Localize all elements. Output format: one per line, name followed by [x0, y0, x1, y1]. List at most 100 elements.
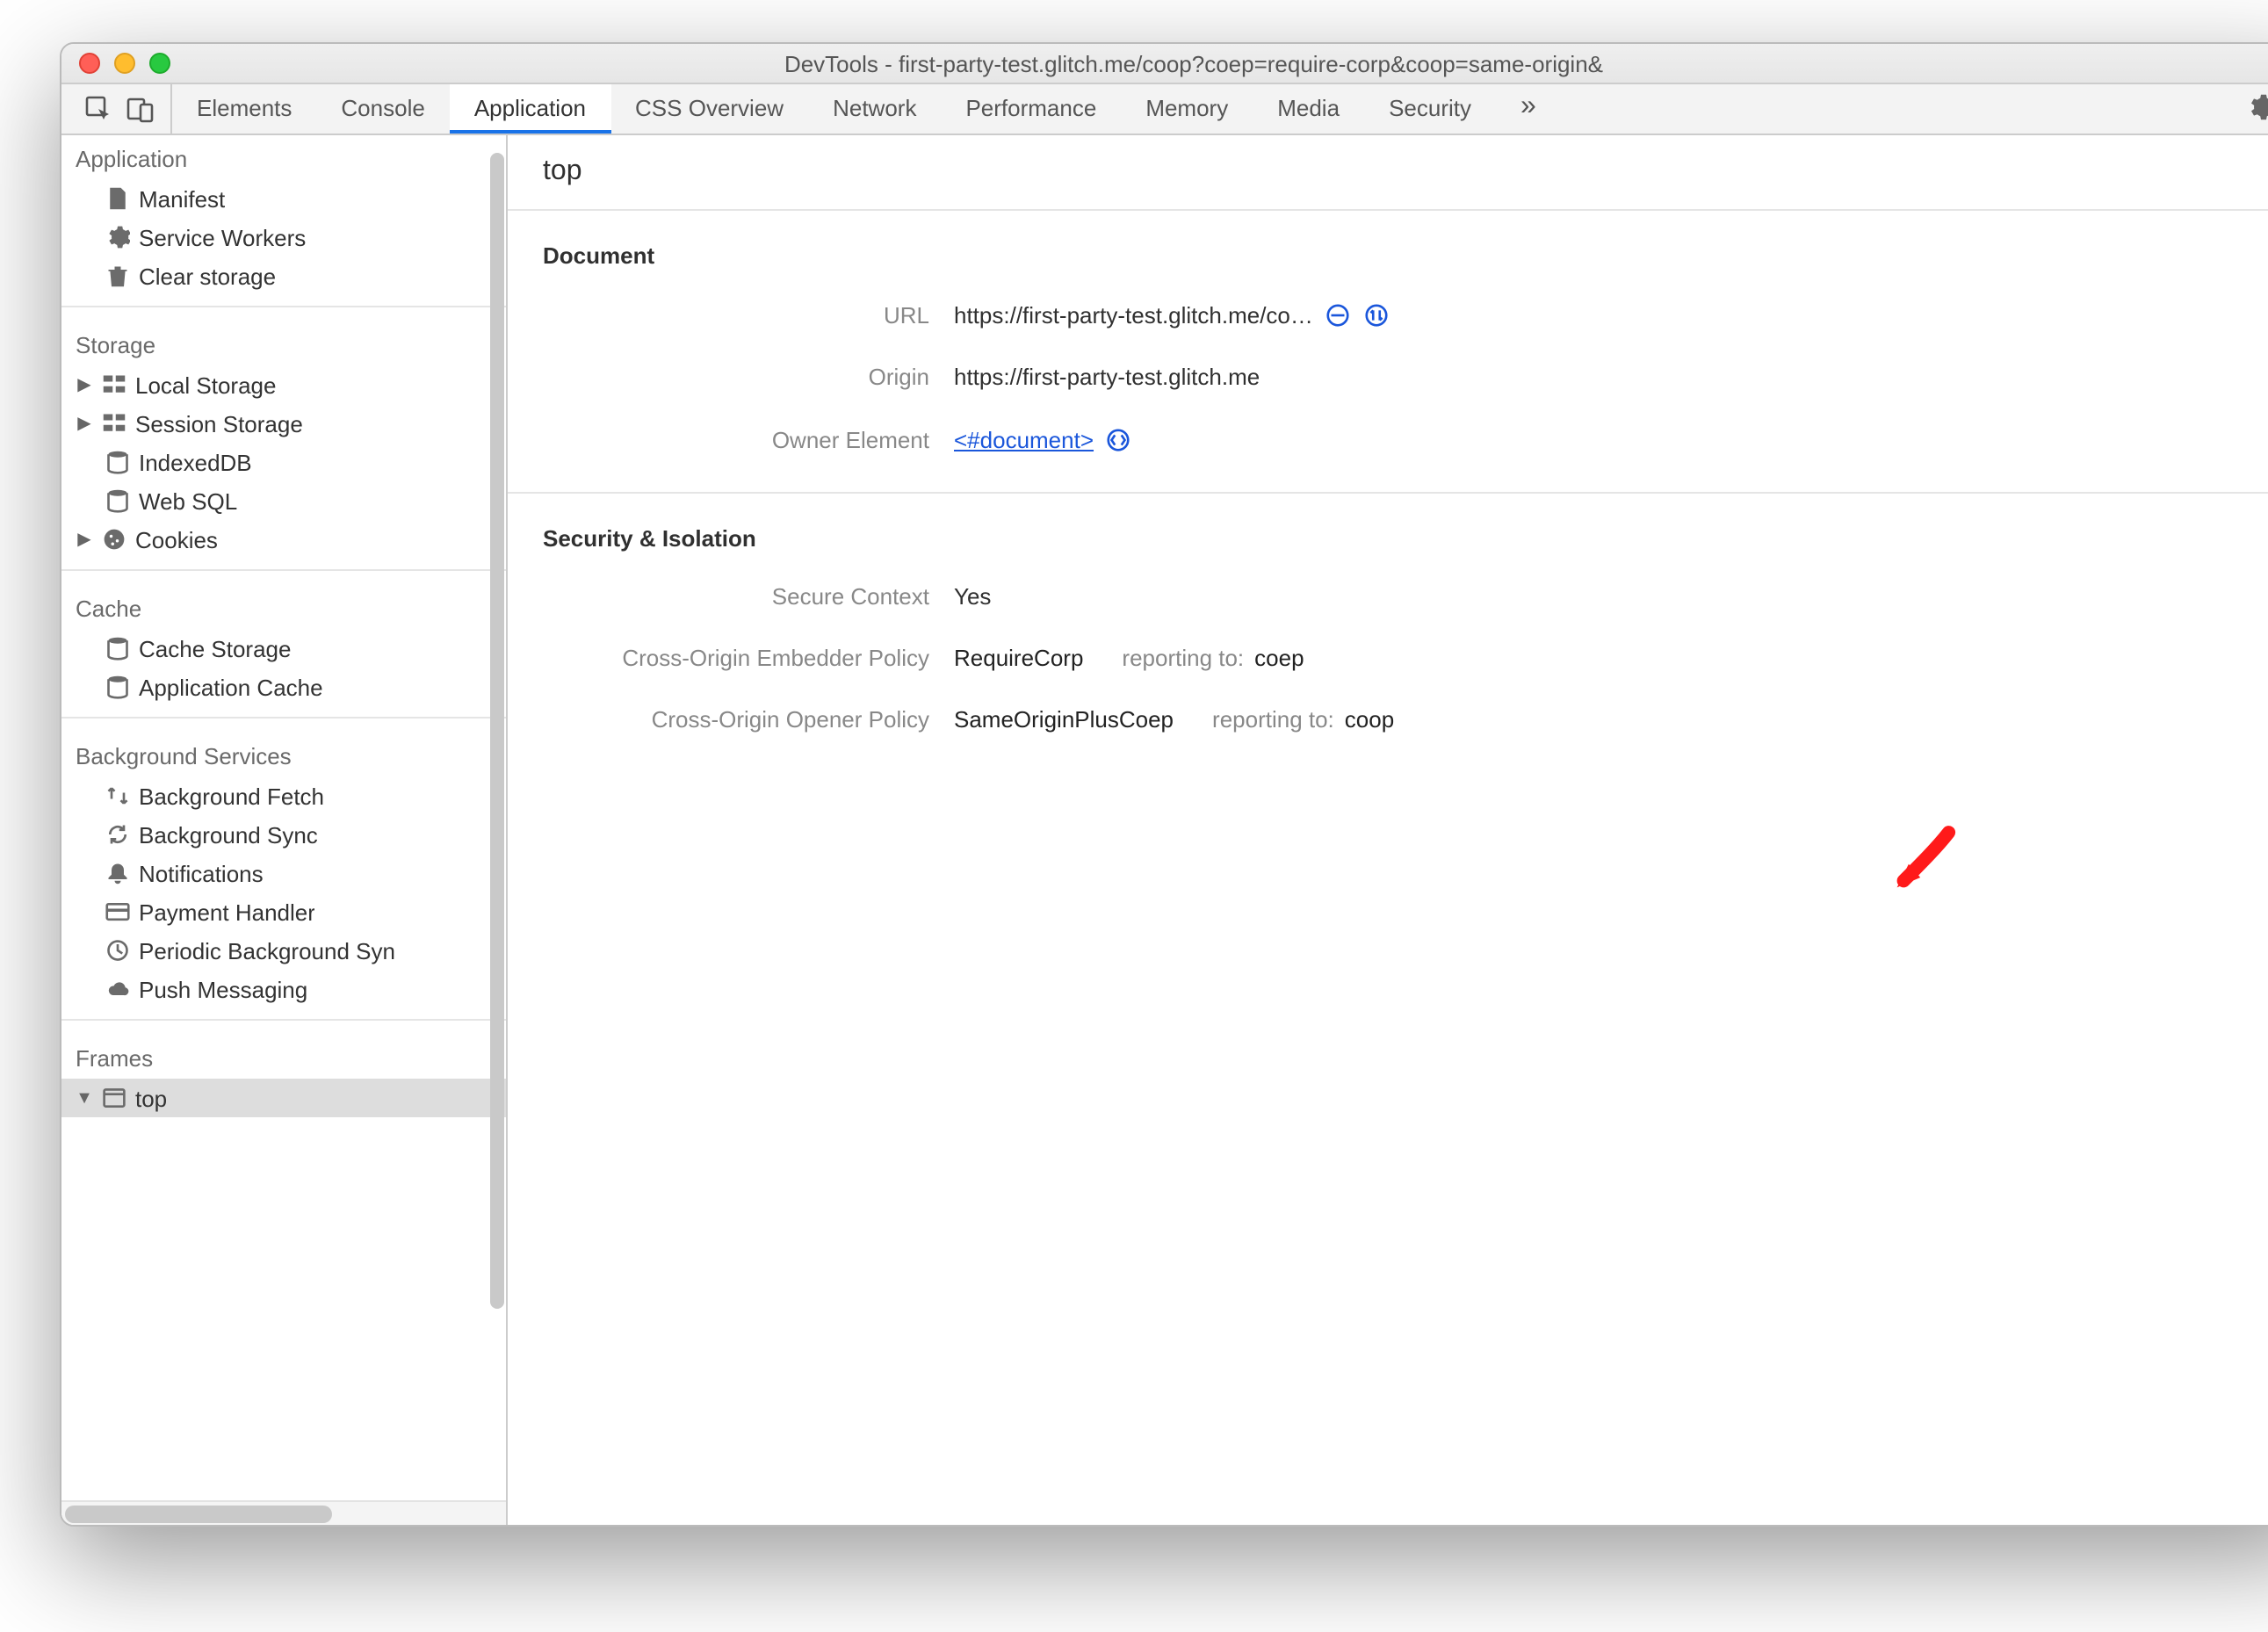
value-owner-element-link[interactable]: <#document>: [954, 426, 1094, 452]
credit-card-icon: [104, 898, 132, 926]
sidebar-item-background-fetch[interactable]: Background Fetch: [61, 776, 506, 815]
sidebar-item-notifications[interactable]: Notifications: [61, 854, 506, 892]
grid-icon: [100, 371, 128, 399]
database-icon: [104, 634, 132, 662]
disclosure-triangle-icon[interactable]: ▶: [76, 530, 93, 549]
reveal-in-network-icon[interactable]: [1362, 300, 1390, 329]
window-title: DevTools - first-party-test.glitch.me/co…: [61, 50, 2268, 76]
sidebar-item-manifest[interactable]: Manifest: [61, 179, 506, 218]
sidebar-item-frame-top[interactable]: ▼ top: [61, 1079, 506, 1117]
sidebar-item-cache-storage[interactable]: Cache Storage: [61, 629, 506, 668]
tab-css-overview[interactable]: CSS Overview: [610, 84, 808, 134]
tab-security[interactable]: Security: [1364, 84, 1496, 134]
sidebar-item-push-messaging[interactable]: Push Messaging: [61, 970, 506, 1008]
sidebar-section-background-services: Background Services: [61, 729, 506, 776]
panel-body: Application Manifest Service Workers Cle…: [61, 135, 2268, 1525]
label-coop: Cross-Origin Opener Policy: [543, 706, 954, 733]
tab-application[interactable]: Application: [450, 84, 610, 134]
cloud-icon: [104, 975, 132, 1003]
sidebar-item-application-cache[interactable]: Application Cache: [61, 668, 506, 706]
row-coop: Cross-Origin Opener Policy SameOriginPlu…: [508, 689, 2268, 750]
row-secure-context: Secure Context Yes: [508, 566, 2268, 627]
sidebar-item-periodic-background-sync[interactable]: Periodic Background Syn: [61, 931, 506, 970]
sidebar-item-clear-storage[interactable]: Clear storage: [61, 256, 506, 295]
frame-title: top: [508, 135, 2268, 211]
sidebar-section-application: Application: [61, 135, 506, 179]
sidebar-section-frames: Frames: [61, 1031, 506, 1079]
row-origin: Origin https://first-party-test.glitch.m…: [508, 346, 2268, 408]
sidebar-item-indexeddb[interactable]: IndexedDB: [61, 443, 506, 481]
inspect-element-icon[interactable]: [83, 93, 114, 125]
tab-performance[interactable]: Performance: [941, 84, 1121, 134]
traffic-lights: [61, 53, 170, 74]
coep-reporting-target: coep: [1254, 645, 1304, 671]
grid-icon: [100, 409, 128, 437]
reveal-in-elements-icon[interactable]: [1104, 425, 1132, 453]
device-toolbar-icon[interactable]: [125, 93, 156, 125]
sidebar-item-local-storage[interactable]: ▶ Local Storage: [61, 365, 506, 404]
disclosure-triangle-icon[interactable]: ▼: [76, 1088, 93, 1108]
file-icon: [104, 184, 132, 213]
bell-icon: [104, 859, 132, 887]
database-icon: [104, 448, 132, 476]
transfer-icon: [104, 782, 132, 810]
coep-reporting-prefix: reporting to:: [1122, 645, 1244, 671]
devtools-window: DevTools - first-party-test.glitch.me/co…: [60, 42, 2268, 1527]
sidebar-item-service-workers[interactable]: Service Workers: [61, 218, 506, 256]
cookie-icon: [100, 525, 128, 553]
database-icon: [104, 673, 132, 701]
value-origin: https://first-party-test.glitch.me: [954, 364, 1260, 390]
tab-network[interactable]: Network: [808, 84, 941, 134]
tab-media[interactable]: Media: [1253, 84, 1364, 134]
frame-icon: [100, 1084, 128, 1112]
value-url: https://first-party-test.glitch.me/co…: [954, 301, 1313, 328]
sidebar-vertical-scrollbar[interactable]: [488, 146, 506, 1490]
label-secure-context: Secure Context: [543, 583, 954, 610]
gear-icon: [104, 223, 132, 251]
trash-icon: [104, 262, 132, 290]
coop-reporting-prefix: reporting to:: [1212, 706, 1334, 733]
annotation-arrow-icon: [1890, 826, 1957, 896]
disclosure-triangle-icon[interactable]: ▶: [76, 375, 93, 394]
sidebar-item-payment-handler[interactable]: Payment Handler: [61, 892, 506, 931]
clock-icon: [104, 936, 132, 964]
tab-memory[interactable]: Memory: [1121, 84, 1253, 134]
sidebar-section-storage: Storage: [61, 318, 506, 365]
tab-elements[interactable]: Elements: [172, 84, 316, 134]
row-url: URL https://first-party-test.glitch.me/c…: [508, 283, 2268, 346]
application-sidebar: Application Manifest Service Workers Cle…: [61, 135, 508, 1525]
label-coep: Cross-Origin Embedder Policy: [543, 645, 954, 671]
more-tabs-button[interactable]: »: [1496, 84, 1561, 134]
value-secure-context: Yes: [954, 583, 991, 610]
sidebar-item-background-sync[interactable]: Background Sync: [61, 815, 506, 854]
tabstrip-right-tools: [2247, 92, 2268, 126]
value-coop: SameOriginPlusCoep: [954, 706, 1174, 733]
sidebar-horizontal-scrollbar[interactable]: [61, 1500, 506, 1525]
value-coep: RequireCorp: [954, 645, 1083, 671]
row-coep: Cross-Origin Embedder Policy RequireCorp…: [508, 627, 2268, 689]
devtools-tabstrip: Elements Console Application CSS Overvie…: [61, 84, 2268, 135]
label-owner-element: Owner Element: [543, 426, 954, 452]
sidebar-scroll[interactable]: Application Manifest Service Workers Cle…: [61, 135, 506, 1500]
close-window-button[interactable]: [79, 53, 100, 74]
coop-reporting-target: coop: [1345, 706, 1394, 733]
label-origin: Origin: [543, 364, 954, 390]
section-title-document: Document: [508, 211, 2268, 283]
sidebar-item-session-storage[interactable]: ▶ Session Storage: [61, 404, 506, 443]
minimize-window-button[interactable]: [114, 53, 135, 74]
sidebar-item-cookies[interactable]: ▶ Cookies: [61, 520, 506, 559]
row-owner-element: Owner Element <#document>: [508, 408, 2268, 471]
tabstrip-left-tools: [69, 84, 172, 134]
label-url: URL: [543, 301, 954, 328]
sidebar-section-cache: Cache: [61, 581, 506, 629]
section-title-security: Security & Isolation: [508, 494, 2268, 566]
reveal-in-sources-icon[interactable]: [1324, 300, 1352, 329]
sidebar-item-websql[interactable]: Web SQL: [61, 481, 506, 520]
frame-details-panel: top Document URL https://first-party-tes…: [508, 135, 2268, 1525]
disclosure-triangle-icon[interactable]: ▶: [76, 414, 93, 433]
tab-console[interactable]: Console: [316, 84, 449, 134]
settings-gear-icon[interactable]: [2247, 92, 2268, 126]
sync-icon: [104, 820, 132, 848]
zoom-window-button[interactable]: [149, 53, 170, 74]
titlebar: DevTools - first-party-test.glitch.me/co…: [61, 44, 2268, 84]
